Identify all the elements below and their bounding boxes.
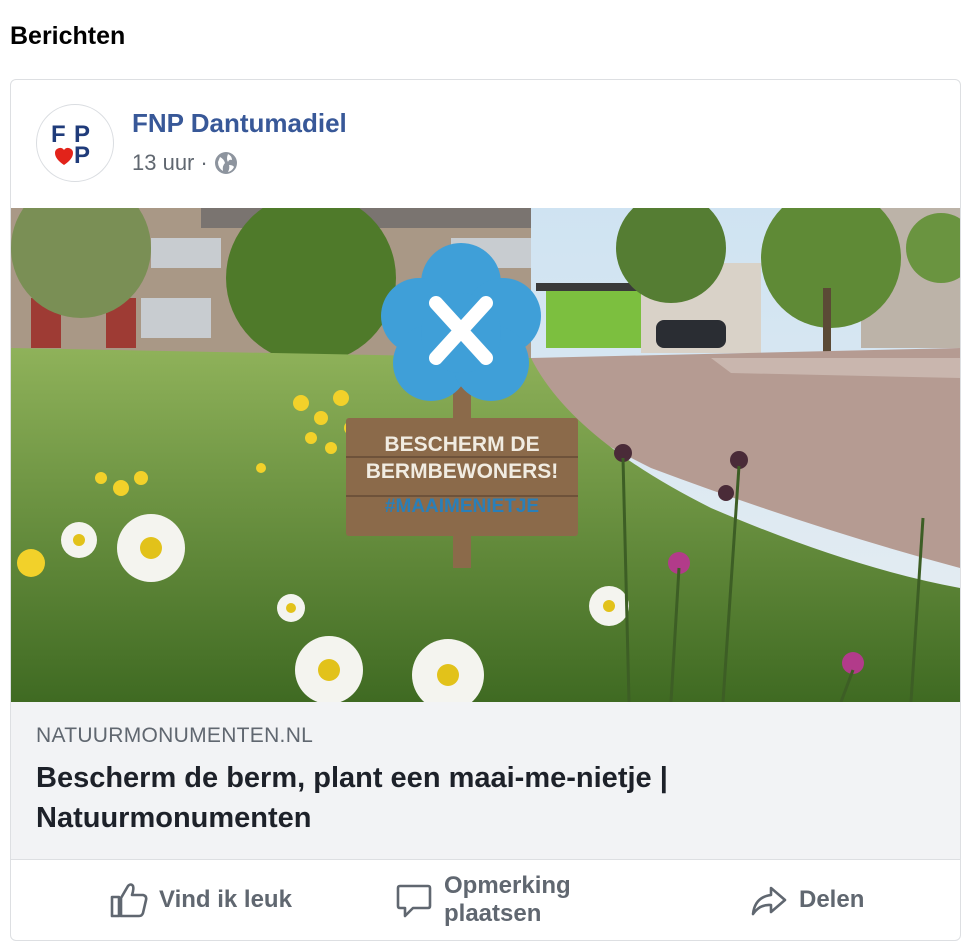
share-icon xyxy=(749,880,789,920)
comment-icon xyxy=(394,880,434,920)
action-bar: Vind ik leuk Opmerking plaatsen Delen xyxy=(11,860,960,940)
meta-separator: · xyxy=(200,150,208,175)
post-meta: 13 uur · xyxy=(132,150,238,176)
page-avatar[interactable]: F P P xyxy=(36,104,114,182)
post-card: F P P FNP Dantumadiel 13 uur · BESCHERM … xyxy=(10,79,961,941)
globe-icon xyxy=(214,151,238,175)
thumbs-up-icon xyxy=(109,880,149,920)
link-preview[interactable]: NATUURMONUMENTEN.NL Bescherm de berm, pl… xyxy=(11,702,960,860)
svg-text:F: F xyxy=(51,121,66,148)
page-name[interactable]: FNP Dantumadiel xyxy=(132,108,347,139)
post-time[interactable]: 13 uur xyxy=(132,150,194,176)
post-image[interactable]: BESCHERM DE BERMBEWONERS! #MAAIMENIETJE xyxy=(11,208,960,702)
comment-button[interactable]: Opmerking plaatsen xyxy=(394,860,604,940)
svg-text:P: P xyxy=(74,142,90,169)
link-title[interactable]: Bescherm de berm, plant een maai-me-niet… xyxy=(36,758,916,838)
like-label: Vind ik leuk xyxy=(159,886,292,913)
share-label: Delen xyxy=(799,886,865,913)
fnp-logo: F P P xyxy=(51,121,90,169)
comment-label-line1: Opmerking xyxy=(444,872,571,899)
comment-label-line2: plaatsen xyxy=(444,900,542,927)
section-title: Berichten xyxy=(10,22,126,50)
post-photo: BESCHERM DE BERMBEWONERS! #MAAIMENIETJE xyxy=(11,208,960,702)
share-button[interactable]: Delen xyxy=(749,860,864,940)
sign-line-1: BESCHERM DE xyxy=(384,433,539,456)
link-domain: NATUURMONUMENTEN.NL xyxy=(36,724,314,747)
sign-line-3: #MAAIMENIETJE xyxy=(385,496,539,517)
sign-line-2: BERMBEWONERS! xyxy=(366,460,559,483)
like-button[interactable]: Vind ik leuk xyxy=(109,860,292,940)
post-header: F P P FNP Dantumadiel 13 uur · xyxy=(11,80,960,208)
